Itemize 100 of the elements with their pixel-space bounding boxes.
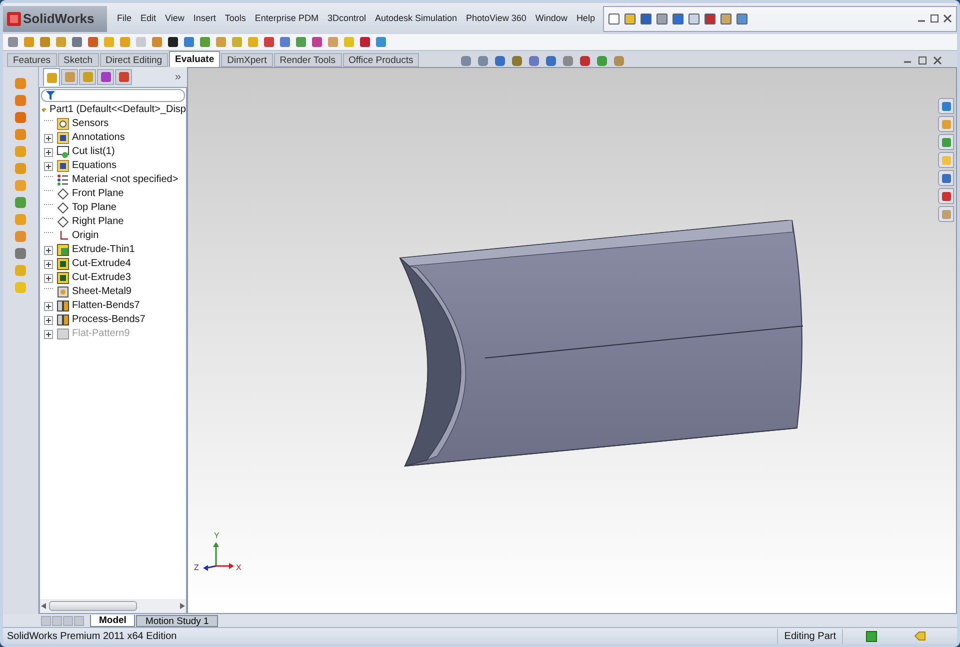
feature-tool-icon[interactable] <box>14 111 27 124</box>
plane-icon <box>57 188 69 200</box>
expand-icon[interactable] <box>44 148 53 156</box>
bottom-tab[interactable]: Motion Study 1 <box>136 614 218 626</box>
command-tab[interactable]: Evaluate <box>169 51 220 67</box>
feature-tool-icon[interactable] <box>14 196 27 209</box>
bends-icon <box>57 314 69 326</box>
material-icon <box>57 174 69 186</box>
previous-tab-button[interactable] <box>52 616 62 626</box>
panel-tab[interactable] <box>61 69 78 85</box>
tree-item[interactable]: Origin <box>72 229 99 243</box>
first-tab-button[interactable] <box>41 616 51 626</box>
axis-label: Z <box>194 562 199 574</box>
app-logo[interactable]: SolidWorks <box>3 6 107 32</box>
expand-icon[interactable] <box>44 302 53 310</box>
last-tab-button[interactable] <box>74 616 84 626</box>
close-icon[interactable] <box>933 56 942 65</box>
expand-icon[interactable] <box>44 330 53 338</box>
feature-tool-icon[interactable] <box>14 213 27 226</box>
menu-item[interactable]: Enterprise PDM <box>250 12 322 26</box>
feature-tool-icon[interactable] <box>14 145 27 158</box>
plane-icon <box>57 216 69 228</box>
tree-item[interactable]: Cut-Extrude4 <box>72 257 131 271</box>
command-tab[interactable]: Render Tools <box>274 53 342 67</box>
menu-item[interactable]: Tools <box>220 12 250 26</box>
tree-item[interactable]: Process-Bends7 <box>72 313 146 327</box>
tree-item[interactable]: Cut list(1) <box>72 145 115 159</box>
menu-item[interactable]: File <box>113 12 136 26</box>
bottom-tab[interactable]: Model <box>90 614 136 626</box>
tree-item[interactable]: Flatten-Bends7 <box>72 299 140 313</box>
feature-tool-icon[interactable] <box>14 230 27 243</box>
expand-icon[interactable] <box>44 246 53 254</box>
tree-item[interactable]: Material <not specified> <box>72 173 178 187</box>
expand-icon[interactable] <box>44 316 53 324</box>
tree-item[interactable]: Right Plane <box>72 215 124 229</box>
scroll-right-icon[interactable] <box>179 603 185 609</box>
command-tab[interactable]: Features <box>7 53 56 67</box>
menu-item[interactable]: PhotoView 360 <box>462 12 530 26</box>
expand-icon[interactable] <box>44 260 53 268</box>
menu-item[interactable]: Window <box>531 12 572 26</box>
task-pane-tab[interactable] <box>938 206 954 222</box>
next-tab-button[interactable] <box>63 616 73 626</box>
flat-pattern-icon <box>57 328 69 340</box>
equation-icon <box>57 160 69 172</box>
axis-triad-drawing <box>203 542 234 571</box>
feature-tool-icon[interactable] <box>14 247 27 260</box>
panel-tab[interactable] <box>43 68 60 86</box>
panel-tab[interactable] <box>79 69 96 85</box>
tree-item[interactable]: Annotations <box>72 131 125 145</box>
task-pane-tab[interactable] <box>938 152 954 168</box>
task-pane-tab[interactable] <box>938 98 954 114</box>
menu-item[interactable]: 3Dcontrol <box>323 12 370 26</box>
scrollbar-thumb[interactable] <box>49 601 137 611</box>
command-tab[interactable]: DimXpert <box>221 53 273 67</box>
command-tab[interactable]: Sketch <box>58 53 99 67</box>
maximize-icon[interactable] <box>930 14 939 23</box>
evaluate-tool-icon[interactable] <box>167 36 179 48</box>
extrude-icon <box>57 244 69 256</box>
expand-icon[interactable] <box>44 274 53 282</box>
restore-icon[interactable] <box>918 56 927 65</box>
scroll-left-icon[interactable] <box>41 603 47 609</box>
cut-icon <box>57 258 69 270</box>
tree-item[interactable]: Top Plane <box>72 201 116 215</box>
tree-item[interactable]: Sensors <box>72 117 109 131</box>
task-pane-tab[interactable] <box>938 134 954 150</box>
menu-item[interactable]: View <box>161 12 188 26</box>
tree-item[interactable]: Front Plane <box>72 187 124 201</box>
tree-item[interactable]: Part1 (Default<<Default>_Disp <box>50 103 186 117</box>
expand-icon[interactable] <box>44 162 53 170</box>
feature-tool-icon[interactable] <box>14 77 27 90</box>
tree-item[interactable]: Equations <box>72 159 116 173</box>
tree-item[interactable]: Extrude-Thin1 <box>72 243 135 257</box>
task-pane-tab[interactable] <box>938 116 954 132</box>
feature-tool-icon[interactable] <box>14 94 27 107</box>
command-tab[interactable]: Direct Editing <box>100 53 168 67</box>
task-pane-tab[interactable] <box>938 170 954 186</box>
command-tab[interactable]: Office Products <box>342 53 420 67</box>
menu-item[interactable]: Edit <box>136 12 160 26</box>
expand-icon[interactable] <box>44 134 53 142</box>
expand-panel-button[interactable]: » <box>174 68 183 86</box>
menu-item[interactable]: Autodesk Simulation <box>370 12 462 26</box>
axis-label: X <box>236 562 242 574</box>
menu-item[interactable]: Insert <box>189 12 220 26</box>
feature-tool-icon[interactable] <box>14 179 27 192</box>
table-icon <box>57 146 69 158</box>
tree-item[interactable]: Sheet-Metal9 <box>72 285 132 299</box>
feature-tool-icon[interactable] <box>14 264 27 277</box>
panel-tab[interactable] <box>97 69 114 85</box>
sensor-icon <box>57 118 69 130</box>
tree-item[interactable]: Cut-Extrude3 <box>72 271 131 285</box>
task-pane-tab[interactable] <box>938 188 954 204</box>
feature-tool-icon[interactable] <box>14 128 27 141</box>
panel-tab[interactable] <box>115 69 132 85</box>
feature-tool-icon[interactable] <box>14 162 27 175</box>
status-text: SolidWorks Premium 2011 x64 Edition <box>6 630 177 644</box>
menu-item[interactable]: Help <box>572 12 599 26</box>
tag-icon[interactable] <box>914 631 926 641</box>
filter-field[interactable] <box>41 89 185 102</box>
close-icon[interactable] <box>943 14 952 23</box>
plane-icon <box>57 202 69 214</box>
